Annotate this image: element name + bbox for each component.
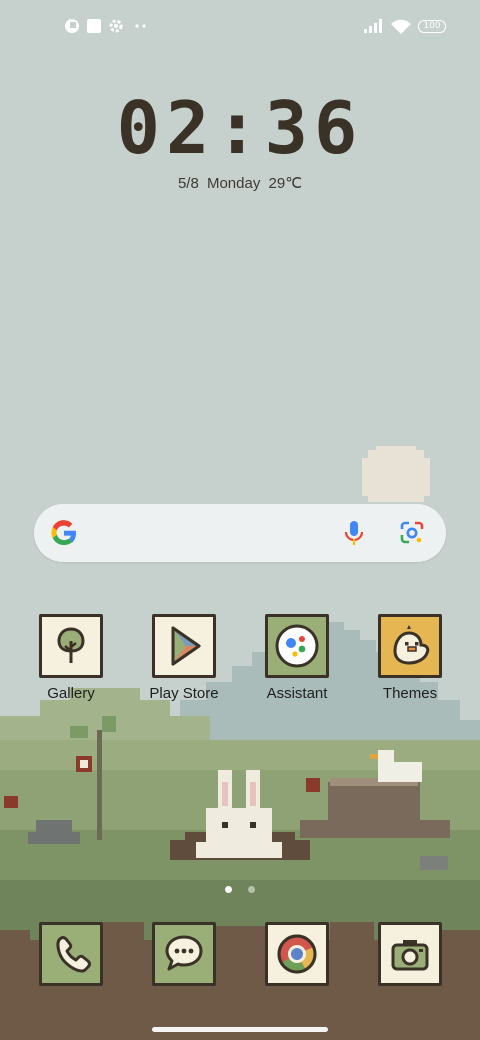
wifi-icon (391, 19, 411, 34)
phone-tile (39, 922, 103, 986)
app-assistant[interactable]: Assistant (247, 614, 347, 702)
tree-icon (57, 627, 85, 663)
status-bar: 100 (0, 0, 480, 56)
lock-clock: 02:36 (116, 86, 364, 170)
chick-icon (393, 625, 430, 665)
settings-gear-icon (109, 19, 123, 33)
play-store-tile (152, 614, 216, 678)
page-indicator (0, 878, 480, 897)
page-dot-active (225, 886, 233, 893)
battery-icon: 100 (418, 20, 446, 33)
dock-chrome[interactable] (247, 922, 347, 986)
lens-icon[interactable] (398, 520, 426, 546)
messages-tile (152, 922, 216, 986)
home-gesture-bar[interactable] (152, 1027, 328, 1032)
messages-icon (165, 935, 203, 971)
play-store-icon (171, 626, 201, 666)
page-dot (247, 886, 255, 893)
battery-level: 100 (423, 21, 441, 31)
lock-date: 5/8 Monday 29℃ (177, 175, 303, 192)
app-themes[interactable]: Themes (360, 614, 460, 702)
mic-icon[interactable] (342, 519, 366, 547)
app-label: Gallery (47, 685, 95, 702)
app-gallery[interactable]: Gallery (21, 614, 121, 702)
camera-tile (378, 922, 442, 986)
app-label: Themes (382, 685, 438, 702)
pixel-moon (362, 446, 430, 502)
app-label: Play Store (149, 685, 219, 702)
dock-messages[interactable] (134, 922, 234, 986)
phone-icon (56, 936, 91, 973)
more-dots-icon (135, 24, 146, 28)
dock-phone[interactable] (21, 922, 121, 986)
app-play-store[interactable]: Play Store (134, 614, 234, 702)
themes-tile (378, 614, 442, 678)
gallery-tile (39, 614, 103, 678)
camera-icon (391, 940, 429, 971)
app-label: Assistant (266, 685, 328, 702)
chrome-tile (265, 922, 329, 986)
square-notification-icon (87, 19, 101, 33)
dock-camera[interactable] (360, 922, 460, 986)
signal-icon (364, 19, 382, 33)
pixel-app-icon (65, 19, 79, 33)
google-search-bar[interactable] (34, 504, 446, 562)
chrome-icon (277, 934, 317, 974)
google-g-icon (51, 520, 76, 546)
assistant-tile (265, 614, 329, 678)
assistant-icon (275, 624, 319, 668)
